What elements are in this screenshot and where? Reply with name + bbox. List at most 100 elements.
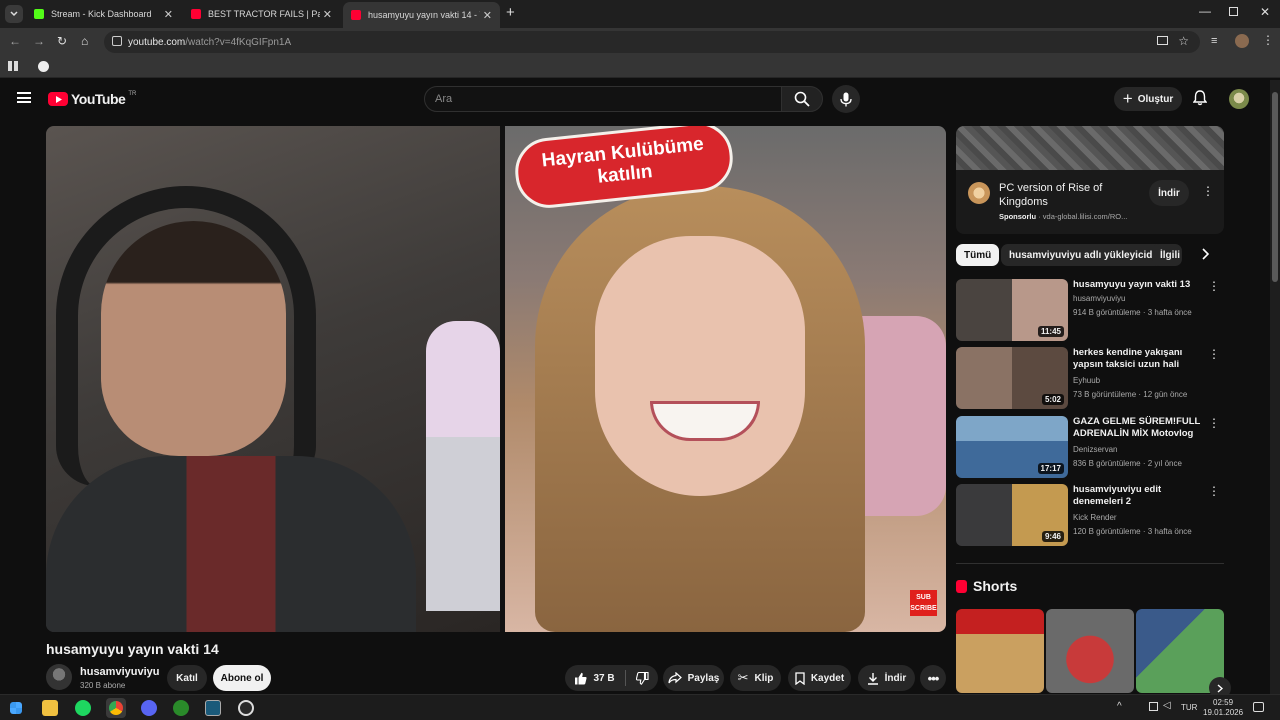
account-avatar[interactable] (1229, 89, 1249, 109)
discord-icon[interactable] (141, 700, 157, 716)
chip-all[interactable]: Tümü (956, 244, 1000, 266)
shorts-header: Shorts (956, 578, 1017, 594)
shorts-thumbnail[interactable] (956, 609, 1044, 693)
close-tab-icon[interactable]: ✕ (323, 8, 332, 21)
close-tab-icon[interactable]: ✕ (164, 8, 173, 21)
video-thumbnail[interactable]: 17:17 (956, 416, 1068, 478)
volume-icon[interactable]: ◁ (1163, 700, 1171, 711)
ad-download-button[interactable]: İndir (1149, 180, 1189, 206)
video-player[interactable]: Hayran Kulübüme katılın SUB SCRIBE (46, 126, 946, 632)
clip-button[interactable]: ✂ Klip (730, 665, 781, 691)
channel-name[interactable]: husamviyuviyu (80, 666, 159, 678)
subscribe-button[interactable]: Abone ol (213, 665, 271, 691)
reload-icon[interactable]: ↻ (57, 34, 67, 48)
recommended-video[interactable]: 5:02 herkes kendine yakışanı yapsın taks… (956, 347, 1224, 409)
download-button[interactable]: İndir (858, 665, 915, 691)
shorts-logo-icon (956, 579, 967, 593)
channel-avatar[interactable] (46, 664, 72, 690)
thumbs-down-icon[interactable] (635, 671, 649, 685)
recommended-video[interactable]: 11:45 husamyuyu yayın vakti 13 husamviyu… (956, 279, 1224, 341)
browser-tab-kick[interactable]: Stream - Kick Dashboard ✕ (26, 2, 181, 26)
address-bar-row: ← → ↻ ⌂ youtube.com/watch?v=4fKqGIFpn1A … (0, 28, 1280, 56)
save-button[interactable]: Kaydet (788, 665, 851, 691)
chevron-right-icon[interactable] (1201, 247, 1210, 265)
browser-menu-icon[interactable]: ⋮ (1262, 33, 1274, 47)
like-button[interactable]: 37 B (574, 672, 615, 685)
browser-tab-tractor[interactable]: BEST TRACTOR FAILS | Part 2 - · ✕ (183, 2, 340, 26)
youtube-logo-text: YouTube (71, 91, 126, 107)
youtube-logo[interactable]: YouTube TR (48, 91, 136, 107)
network-icon[interactable] (1149, 702, 1158, 711)
scrollbar-thumb[interactable] (1272, 92, 1278, 282)
chip-related[interactable]: İlgili (1152, 244, 1182, 266)
more-actions-button[interactable]: ••• (920, 665, 946, 691)
sponsored-ad-card[interactable]: PC version of Rise of Kingdoms Sponsorlu… (956, 126, 1224, 234)
windows-start-icon[interactable] (10, 702, 22, 714)
recommended-title[interactable]: husamviyuviyu edit denemeleri 2 (1073, 484, 1205, 508)
voice-search-button[interactable] (832, 85, 860, 113)
site-info-icon[interactable] (112, 36, 122, 46)
recommended-channel[interactable]: husamviyuviyu (1073, 294, 1125, 303)
video-duration: 11:45 (1037, 326, 1064, 337)
recommended-title[interactable]: herkes kendine yakışanı yapsın taksici u… (1073, 347, 1205, 371)
globe-icon[interactable] (38, 61, 49, 72)
input-language[interactable]: TUR (1181, 703, 1197, 712)
share-button[interactable]: Paylaş (663, 665, 724, 691)
join-button[interactable]: Katıl (167, 665, 207, 691)
monitor-app-icon[interactable] (205, 700, 221, 716)
recommended-video[interactable]: 17:17 GAZA GELME SÜREM!FULL ADRENALİN Mİ… (956, 416, 1224, 478)
person-body (46, 456, 416, 632)
back-icon[interactable]: ← (9, 34, 21, 48)
clock[interactable]: 02:59 19.01.2026 (1203, 698, 1243, 718)
notifications-bell-icon[interactable] (1192, 90, 1208, 111)
spotify-icon[interactable] (75, 700, 91, 716)
video-thumbnail[interactable]: 11:45 (956, 279, 1068, 341)
video-duration: 5:02 (1041, 394, 1064, 405)
tray-chevron-up-icon[interactable]: ^ (1117, 701, 1122, 712)
ad-menu-icon[interactable]: ⋮ (1202, 184, 1214, 198)
url-bar[interactable]: youtube.com/watch?v=4fKqGIFpn1A ☆ (104, 31, 1200, 53)
search-button[interactable] (781, 86, 823, 112)
new-tab-button[interactable]: + (506, 4, 515, 21)
xbox-icon[interactable] (173, 700, 189, 716)
recommended-title[interactable]: GAZA GELME SÜREM!FULL ADRENALİN MİX Moto… (1073, 416, 1205, 440)
recommended-video[interactable]: 9:46 husamviyuviyu edit denemeleri 2 Kic… (956, 484, 1224, 546)
subscribe-watermark[interactable]: SUB SCRIBE (910, 590, 937, 616)
page-scrollbar[interactable] (1270, 80, 1280, 694)
recommended-channel[interactable]: Denizservan (1073, 445, 1117, 454)
recommended-channel[interactable]: Eyhuub (1073, 376, 1100, 385)
bookmark-star-icon[interactable]: ☆ (1178, 34, 1189, 48)
obs-icon[interactable] (238, 700, 254, 716)
create-button[interactable]: + Oluştur (1114, 87, 1182, 111)
recommended-channel[interactable]: Kick Render (1073, 513, 1117, 522)
hamburger-menu-icon[interactable] (17, 92, 31, 103)
minimize-icon[interactable]: — (1199, 4, 1211, 18)
recommended-meta: 836 B görüntüleme · 2 yıl önce (1073, 459, 1182, 468)
chip-uploader[interactable]: husamviyuviyu adlı yükleyiciden (1001, 244, 1173, 266)
sub-logo-line-2: SCRIBE (910, 605, 937, 612)
restore-icon[interactable] (1229, 7, 1238, 16)
chrome-icon[interactable] (106, 698, 126, 718)
more-vertical-icon[interactable]: ⋮ (1208, 347, 1220, 361)
forward-icon[interactable]: → (33, 34, 45, 48)
more-vertical-icon[interactable]: ⋮ (1208, 484, 1220, 498)
close-tab-icon[interactable]: ✕ (483, 9, 492, 22)
reading-list-icon[interactable]: ≡ (1211, 35, 1217, 47)
video-thumbnail[interactable]: 5:02 (956, 347, 1068, 409)
search-input[interactable]: Ara (424, 86, 782, 112)
notification-center-icon[interactable] (1253, 702, 1264, 712)
recommended-title[interactable]: husamyuyu yayın vakti 13 (1073, 279, 1205, 291)
install-app-icon[interactable] (1157, 36, 1168, 45)
home-icon[interactable]: ⌂ (81, 34, 88, 48)
more-vertical-icon[interactable]: ⋮ (1208, 416, 1220, 430)
tab-search-button[interactable] (5, 5, 23, 23)
more-vertical-icon[interactable]: ⋮ (1208, 279, 1220, 293)
share-icon (668, 672, 682, 684)
shorts-thumbnail[interactable] (1046, 609, 1134, 693)
file-explorer-icon[interactable] (42, 700, 58, 716)
apps-grid-icon[interactable] (8, 61, 18, 71)
profile-avatar-icon[interactable] (1235, 34, 1249, 48)
close-window-icon[interactable]: ✕ (1260, 5, 1270, 19)
video-thumbnail[interactable]: 9:46 (956, 484, 1068, 546)
browser-tab-active[interactable]: husamyuyu yayın vakti 14 - You ✕ (343, 2, 500, 28)
